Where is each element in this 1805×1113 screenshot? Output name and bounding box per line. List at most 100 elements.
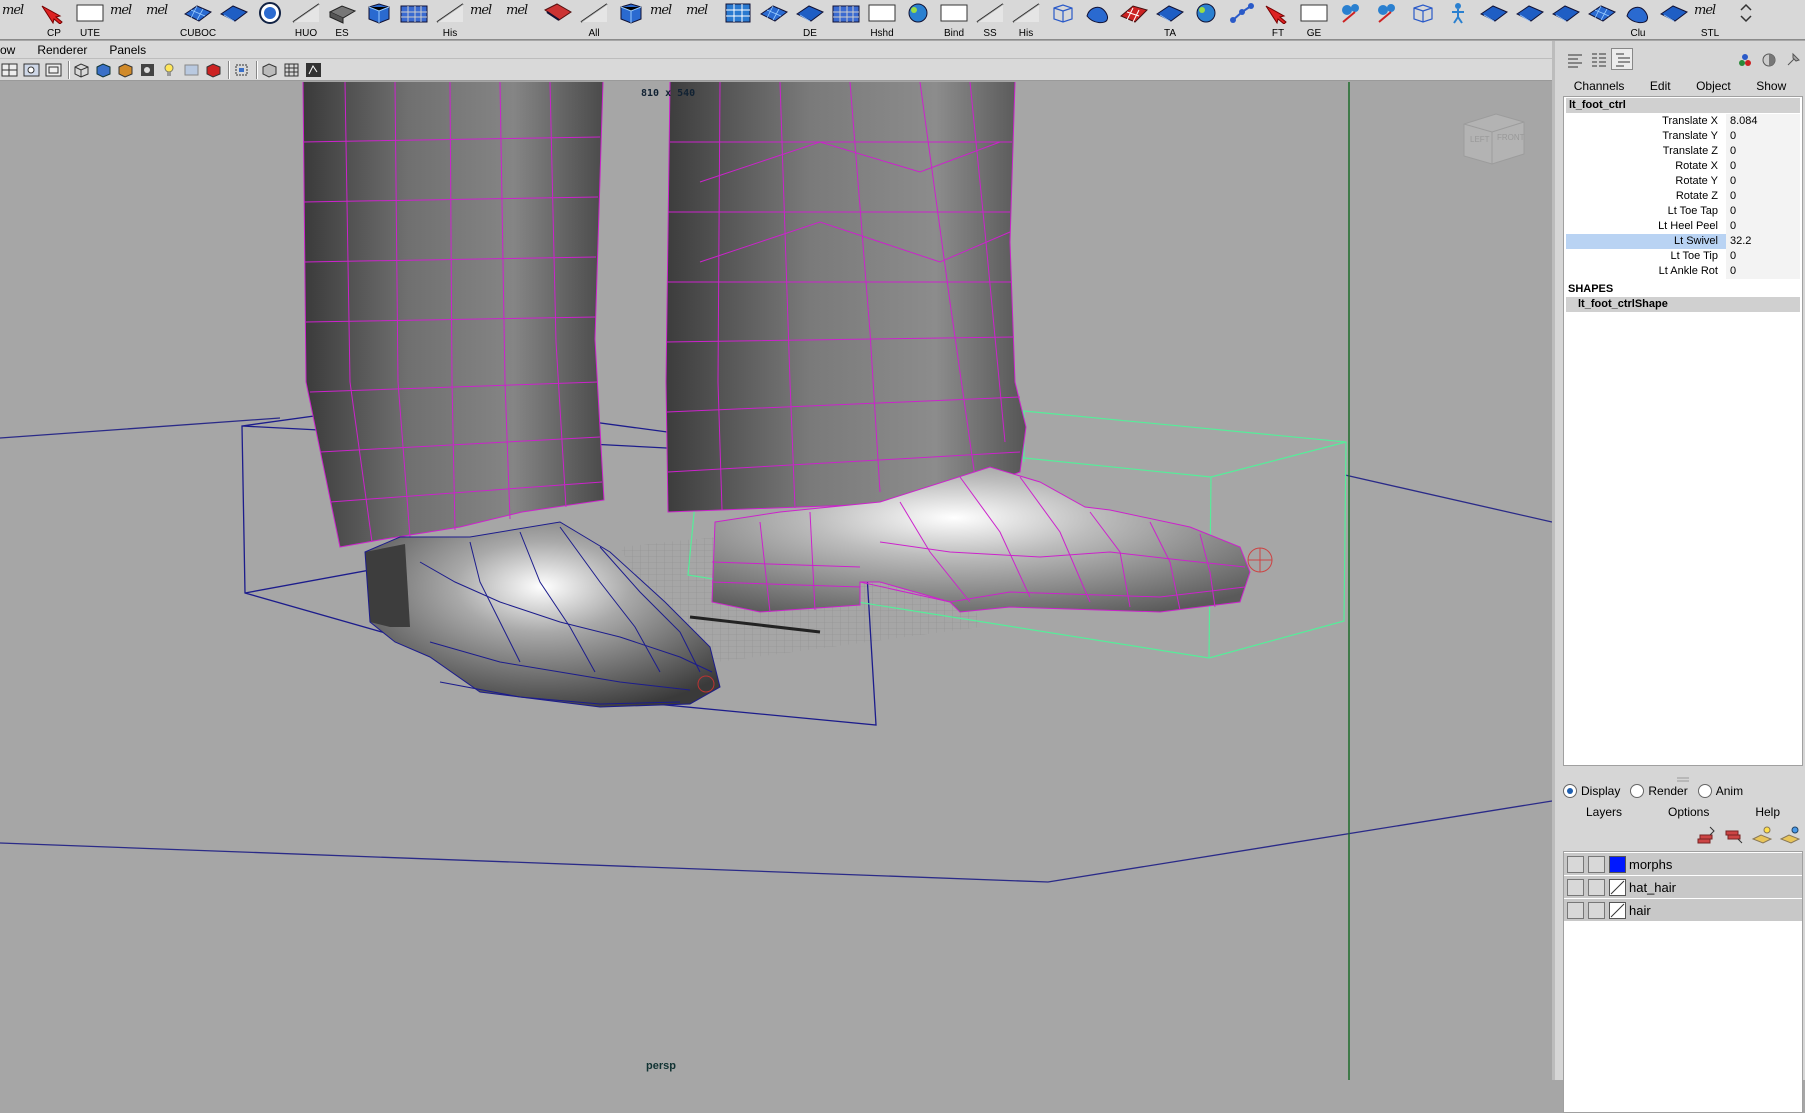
shelf-button-42[interactable]: [1512, 0, 1548, 39]
channel-row[interactable]: Translate X 8.084: [1566, 114, 1800, 129]
layer-display-type-toggle[interactable]: [1588, 901, 1605, 919]
shelf-button-20[interactable]: [720, 0, 756, 39]
shelf-button-cuboc[interactable]: CUBOC: [180, 0, 216, 39]
panel-splitter[interactable]: [1563, 772, 1803, 782]
light-bulb-icon[interactable]: [160, 61, 180, 79]
menu-object[interactable]: Object: [1696, 79, 1731, 93]
shelf-button-40[interactable]: [1440, 0, 1476, 39]
shelf-button-38[interactable]: [1368, 0, 1404, 39]
channel-row[interactable]: Translate Y0: [1566, 129, 1800, 144]
channel-value-field[interactable]: 0: [1726, 264, 1800, 279]
channel-row[interactable]: Lt Toe Tip 0: [1566, 249, 1800, 264]
joint-xray-icon[interactable]: [304, 61, 324, 79]
channel-row[interactable]: Rotate X0: [1566, 159, 1800, 174]
shelf-button-11[interactable]: [396, 0, 432, 39]
shelf-button-33[interactable]: [1188, 0, 1224, 39]
channel-name[interactable]: Rotate Y: [1566, 174, 1726, 189]
channel-name[interactable]: Translate Z: [1566, 144, 1726, 159]
shelf-button-39[interactable]: [1404, 0, 1440, 39]
lighting-icon[interactable]: [138, 61, 158, 79]
shelf-button-18[interactable]: mel: [648, 0, 684, 39]
xray-icon[interactable]: [260, 61, 280, 79]
shelf-button-25[interactable]: [900, 0, 936, 39]
shelf-button-4[interactable]: mel: [144, 0, 180, 39]
shelf-button-17[interactable]: [612, 0, 648, 39]
channel-value-field[interactable]: 0: [1726, 189, 1800, 204]
shelf-button-31[interactable]: [1116, 0, 1152, 39]
menu-options[interactable]: Options: [1668, 805, 1709, 821]
red-cube-icon[interactable]: [204, 61, 224, 79]
shelf-button-his[interactable]: His: [432, 0, 468, 39]
shelf-button-huo[interactable]: HUO: [288, 0, 324, 39]
channel-name[interactable]: Translate X: [1566, 114, 1726, 129]
shelf-button-6[interactable]: [216, 0, 252, 39]
shelf-button-46[interactable]: [1656, 0, 1692, 39]
channel-value-field[interactable]: 0: [1726, 144, 1800, 159]
shelf-button-3[interactable]: mel: [108, 0, 144, 39]
display-mode-icon[interactable]: [1757, 48, 1779, 70]
new-layer-icon[interactable]: [1751, 825, 1775, 847]
shelf-button-es[interactable]: ES: [324, 0, 360, 39]
channel-row[interactable]: Lt Swivel 32.2: [1566, 234, 1800, 249]
shelf-button-ft[interactable]: FT: [1260, 0, 1296, 39]
isolate-select-icon[interactable]: [232, 61, 252, 79]
layer-name[interactable]: hair: [1629, 903, 1651, 918]
layer-mode-display[interactable]: Display: [1563, 784, 1620, 798]
channel-name[interactable]: Lt Ankle Rot: [1566, 264, 1726, 279]
layer-visibility-toggle[interactable]: [1567, 901, 1584, 919]
channel-layer-view-icon[interactable]: [1611, 48, 1633, 70]
shelf-button-48[interactable]: [1728, 0, 1764, 39]
shape-node-name[interactable]: lt_foot_ctrlShape: [1566, 297, 1800, 312]
object-name[interactable]: lt_foot_ctrl: [1566, 98, 1800, 113]
shelf-button-10[interactable]: [360, 0, 396, 39]
channel-name[interactable]: Lt Swivel: [1566, 234, 1726, 249]
shelf-button-ss[interactable]: SS: [972, 0, 1008, 39]
layer-row[interactable]: morphs: [1564, 853, 1802, 875]
shelf-button-ute[interactable]: UTE: [72, 0, 108, 39]
shelf-button-14[interactable]: mel: [504, 0, 540, 39]
shelf-button-29[interactable]: [1044, 0, 1080, 39]
layer-color-swatch[interactable]: [1609, 878, 1626, 896]
channel-box-view-icon[interactable]: [1563, 48, 1585, 70]
layer-row[interactable]: hat_hair: [1564, 876, 1802, 898]
shelf-button-stl[interactable]: mel STL: [1692, 0, 1728, 39]
shelf-button-0[interactable]: mel: [0, 0, 36, 39]
shelf-button-his[interactable]: His: [1008, 0, 1044, 39]
shadows-icon[interactable]: [182, 61, 202, 79]
menu-layers[interactable]: Layers: [1586, 805, 1622, 821]
shelf-button-43[interactable]: [1548, 0, 1584, 39]
move-layer-up-icon[interactable]: [1695, 825, 1719, 847]
menu-renderer[interactable]: Renderer: [37, 43, 87, 57]
channel-name[interactable]: Lt Heel Peel: [1566, 219, 1726, 234]
channel-value-field[interactable]: 0: [1726, 219, 1800, 234]
radio-button[interactable]: [1697, 784, 1712, 798]
manipulator-icon[interactable]: [1733, 48, 1755, 70]
channel-value-field[interactable]: 32.2: [1726, 234, 1800, 249]
shelf-button-ta[interactable]: TA: [1152, 0, 1188, 39]
layer-mode-render[interactable]: Render: [1630, 784, 1688, 798]
move-layer-down-icon[interactable]: [1723, 825, 1747, 847]
radio-button[interactable]: [1630, 784, 1645, 798]
channel-name[interactable]: Lt Toe Tap: [1566, 204, 1726, 219]
layer-name[interactable]: hat_hair: [1629, 880, 1676, 895]
channel-row[interactable]: Lt Ankle Rot 0: [1566, 264, 1800, 279]
channel-name[interactable]: Lt Toe Tip: [1566, 249, 1726, 264]
layer-color-swatch[interactable]: [1609, 855, 1626, 873]
shelf-button-7[interactable]: [252, 0, 288, 39]
layer-mode-anim[interactable]: Anim: [1697, 784, 1743, 798]
layer-display-type-toggle[interactable]: [1588, 878, 1605, 896]
shelf-button-23[interactable]: [828, 0, 864, 39]
view-cube[interactable]: LEFT FRONT: [1456, 106, 1528, 176]
radio-button[interactable]: [1563, 784, 1577, 798]
smooth-shade-icon[interactable]: [94, 61, 114, 79]
shelf-button-41[interactable]: [1476, 0, 1512, 39]
grid-toggle-icon[interactable]: [282, 61, 302, 79]
menu-channels[interactable]: Channels: [1574, 79, 1625, 93]
menu-edit[interactable]: Edit: [1650, 79, 1671, 93]
channel-name[interactable]: Rotate Z: [1566, 189, 1726, 204]
channel-value-field[interactable]: 0: [1726, 249, 1800, 264]
channel-value-field[interactable]: 8.084: [1726, 114, 1800, 129]
menu-help[interactable]: Help: [1755, 805, 1780, 821]
shelf-button-19[interactable]: mel: [684, 0, 720, 39]
new-layer-selected-icon[interactable]: [1779, 825, 1803, 847]
